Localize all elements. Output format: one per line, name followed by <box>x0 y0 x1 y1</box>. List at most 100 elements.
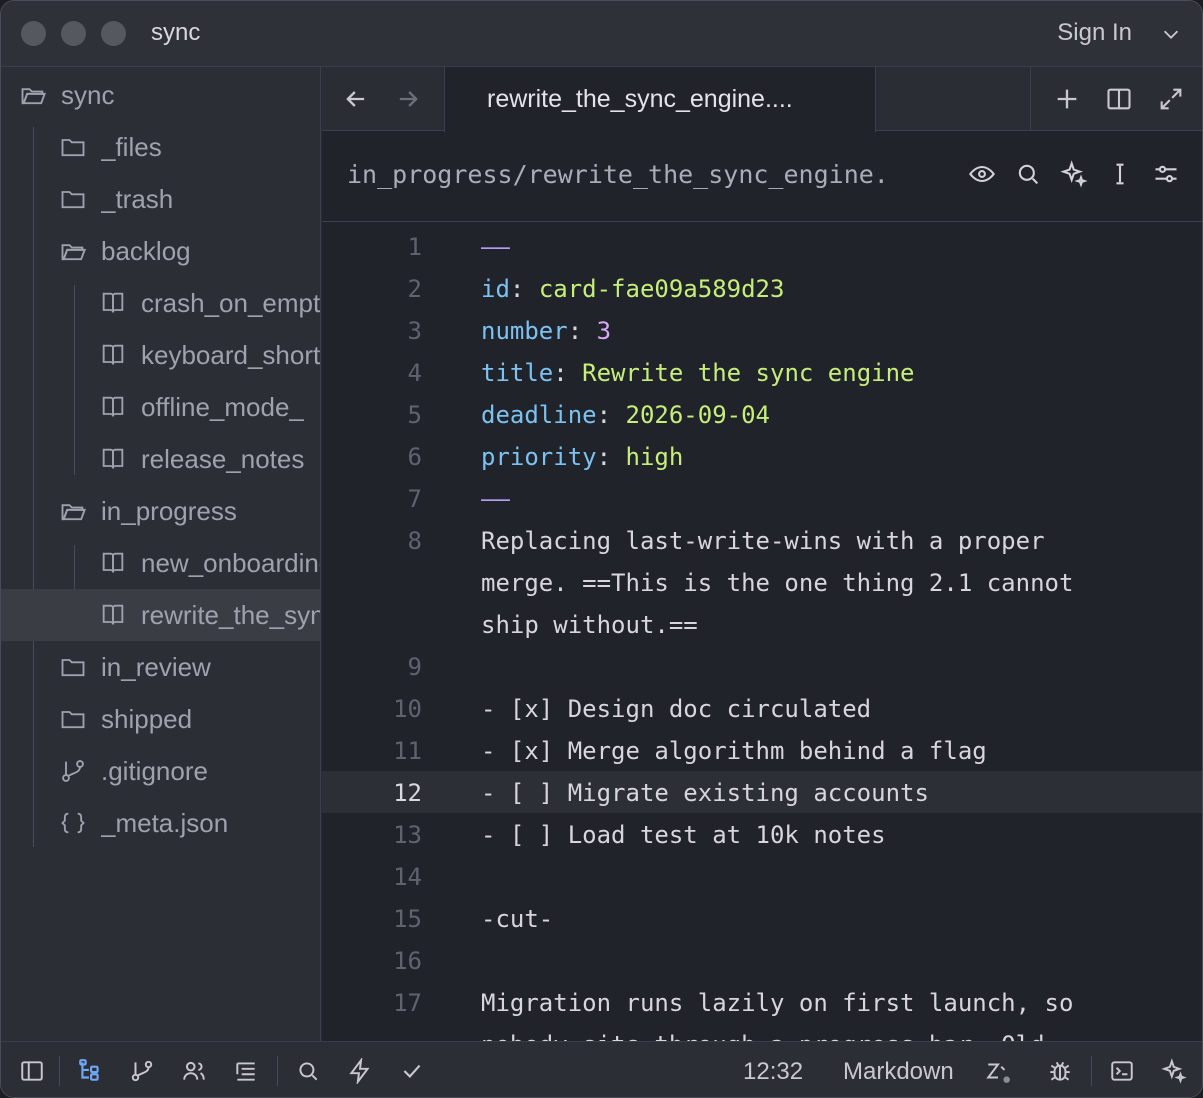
line-number: 5 <box>407 401 422 429</box>
tree-root-sync[interactable]: sync <box>1 69 320 121</box>
folder-icon <box>61 659 85 677</box>
line-number: 10 <box>393 695 422 723</box>
sign-in-button[interactable]: Sign In <box>1057 19 1132 47</box>
file-tree-icon[interactable] <box>77 1058 103 1084</box>
bug-icon[interactable] <box>1047 1058 1073 1084</box>
yaml-key: priority <box>481 443 597 471</box>
tree-label: backlog <box>101 235 191 266</box>
lightning-icon[interactable] <box>347 1058 373 1084</box>
text-cursor-icon[interactable] <box>1106 160 1134 188</box>
line-number: 13 <box>393 821 422 849</box>
line-number: 9 <box>407 653 422 681</box>
maximize-icon[interactable] <box>1157 85 1185 113</box>
zoom-window-button[interactable] <box>101 21 126 46</box>
tree-label: _meta.json <box>101 807 229 838</box>
divider <box>277 1056 278 1086</box>
code-line: 9 <box>322 645 1202 687</box>
code-text: id: card-fae09a589d23 <box>481 275 784 303</box>
yaml-colon: : <box>509 275 539 303</box>
code-line: 16 <box>322 939 1202 981</box>
folder-open-icon <box>21 88 47 105</box>
code-line: 4 title: Rewrite the sync engine <box>322 351 1202 393</box>
sliders-icon[interactable] <box>1152 160 1180 188</box>
line-number: 11 <box>393 737 422 765</box>
plus-icon[interactable] <box>1053 85 1081 113</box>
code-line: 1 —— <box>322 225 1202 267</box>
tree-item-note[interactable]: new_onboarding <box>1 537 321 589</box>
close-window-button[interactable] <box>21 21 46 46</box>
users-icon[interactable] <box>181 1058 207 1084</box>
tree-item-files[interactable]: _files <box>1 121 320 173</box>
tree-label: new_onboarding <box>141 547 321 578</box>
language-mode[interactable]: Markdown <box>843 1058 954 1086</box>
line-number: 8 <box>407 527 422 555</box>
git-branch-icon[interactable] <box>129 1058 155 1084</box>
code-text: title: Rewrite the sync engine <box>481 359 915 387</box>
line-number: 14 <box>393 863 422 891</box>
code-line-wrap: merge. ==This is the one thing 2.1 canno… <box>322 561 1202 603</box>
tree-label: _trash <box>101 183 174 214</box>
code-line: 2 id: card-fae09a589d23 <box>322 267 1202 309</box>
tree-item-meta-json[interactable]: _meta.json <box>1 797 320 849</box>
code-text: - [ ] Migrate existing accounts <box>481 779 929 807</box>
code-line: 14 <box>322 855 1202 897</box>
code-line-wrap: nobody sits through a progress bar. Old <box>322 1023 1202 1041</box>
yaml-value: 3 <box>596 317 612 345</box>
code-line: 3 number: 3 <box>322 309 1202 351</box>
eye-icon[interactable] <box>968 160 996 188</box>
code-text: priority: high <box>481 443 683 471</box>
tree-item-note[interactable]: release_notes <box>1 433 320 485</box>
terminal-icon[interactable] <box>1109 1058 1135 1084</box>
zed-agent-icon[interactable] <box>985 1058 1011 1084</box>
line-number: 16 <box>393 947 422 975</box>
sparkle-icon[interactable] <box>1060 160 1088 188</box>
tree-item-note-selected[interactable]: rewrite_the_sync_engine <box>1 589 320 641</box>
code-editor[interactable]: 1 —— 2 id: card-fae09a589d23 3 number: 3 4t… <box>322 223 1202 1041</box>
split-pane-icon[interactable] <box>1105 85 1133 113</box>
check-icon[interactable] <box>399 1058 425 1084</box>
line-number: 2 <box>407 275 422 303</box>
tree-label: rewrite_the_sync_engine <box>141 599 320 630</box>
tree-item-note[interactable]: offline_mode_ <box>1 381 320 433</box>
line-number: 1 <box>407 233 422 261</box>
breadcrumb: in_progress/rewrite_the_sync_engine. <box>347 160 889 189</box>
search-icon[interactable] <box>1014 160 1042 188</box>
outline-icon[interactable] <box>233 1058 259 1084</box>
tab-active-note[interactable]: rewrite_the_sync_engine.... <box>444 67 876 132</box>
tree-item-gitignore[interactable]: .gitignore <box>1 745 320 797</box>
tree-item-in-review[interactable]: in_review <box>1 641 320 693</box>
line-number: 3 <box>407 317 422 345</box>
arrow-right-icon[interactable] <box>394 85 422 113</box>
sidebar-toggle-icon[interactable] <box>19 1058 45 1084</box>
tree-item-shipped[interactable]: shipped <box>1 693 320 745</box>
tree-item-trash[interactable]: _trash <box>1 173 320 225</box>
yaml-value: 2026-09-04 <box>625 401 771 429</box>
file-tree-sidebar: sync _files _trash backlog crash_on_empt… <box>1 67 321 1041</box>
tree-label: crash_on_empty_note <box>141 287 321 318</box>
yaml-colon: : <box>596 401 626 429</box>
line-number: 12 <box>393 779 422 807</box>
code-text: —— <box>481 485 510 513</box>
chevron-down-icon[interactable] <box>1160 23 1182 45</box>
yaml-value: card-fae09a589d23 <box>538 275 785 303</box>
cursor-position[interactable]: 12:32 <box>743 1058 803 1086</box>
code-text: number: 3 <box>481 317 611 345</box>
tree-item-backlog[interactable]: backlog <box>1 225 320 277</box>
yaml-key: title <box>481 359 554 387</box>
tree-item-note[interactable]: keyboard_shortcuts <box>1 329 320 381</box>
code-line-wrap: ship without.== <box>322 603 1202 645</box>
yaml-colon: : <box>553 359 583 387</box>
breadcrumb-bar: in_progress/rewrite_the_sync_engine. <box>322 132 1202 222</box>
folder-icon <box>61 139 85 157</box>
tree-item-in-progress[interactable]: in_progress <box>1 485 320 537</box>
search-icon[interactable] <box>295 1058 321 1084</box>
folder-icon <box>61 711 85 729</box>
tab-actions <box>1030 67 1202 131</box>
arrow-left-icon[interactable] <box>342 85 370 113</box>
minimize-window-button[interactable] <box>61 21 86 46</box>
code-line: 17 Migration runs lazily on first launch,… <box>322 981 1202 1023</box>
git-branch-icon <box>62 760 84 782</box>
tree-item-note[interactable]: crash_on_empty_note <box>1 277 321 329</box>
sparkle-icon[interactable] <box>1161 1058 1187 1084</box>
code-text: -cut- <box>481 905 554 933</box>
